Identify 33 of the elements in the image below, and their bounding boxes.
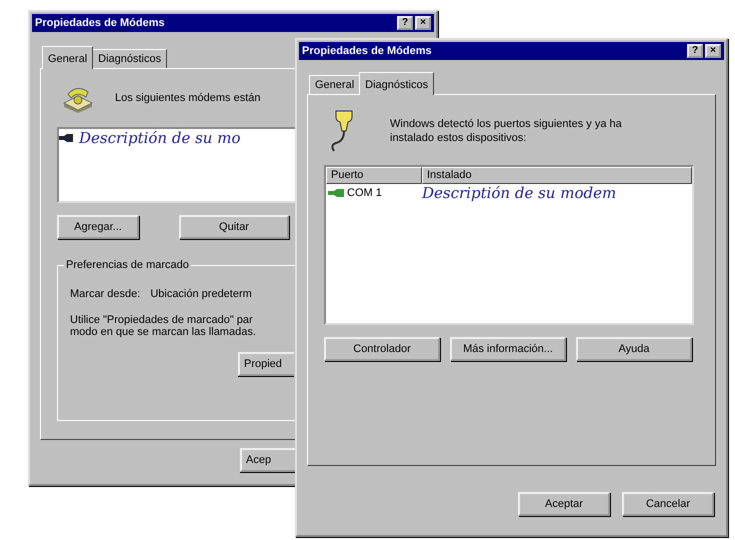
- port-list-row[interactable]: COM 1 Descriptión de su modem: [326, 184, 692, 202]
- help-button[interactable]: ?: [687, 44, 703, 58]
- help-button[interactable]: ?: [397, 16, 413, 30]
- tab[interactable]: General: [42, 46, 94, 69]
- group-title: Preferencias de marcado: [64, 259, 191, 271]
- cancel-button[interactable]: Cancelar: [622, 492, 714, 516]
- remove-button[interactable]: Quitar: [179, 215, 289, 239]
- tab[interactable]: General: [309, 75, 360, 94]
- note-text: Utilice "Propiedades de marcado" par: [70, 314, 254, 326]
- column-header[interactable]: Puerto: [326, 167, 422, 184]
- column-header[interactable]: Instalado: [422, 167, 692, 184]
- note-text: modo en que se marcan las llamadas.: [70, 326, 257, 338]
- more-info-button[interactable]: Más información...: [450, 337, 566, 361]
- ok-button[interactable]: Aceptar: [518, 492, 610, 516]
- dial-from-label: Marcar desde:: [70, 288, 140, 300]
- close-button[interactable]: ×: [415, 16, 431, 30]
- intro-text: Los siguientes módems están: [115, 92, 261, 104]
- close-button[interactable]: ×: [705, 44, 721, 58]
- modem-icon: [328, 189, 344, 197]
- modem-list-item[interactable]: Descriptión de su mo: [59, 129, 317, 147]
- tab[interactable]: Diagnósticos: [92, 49, 168, 68]
- window-title: Propiedades de Módems: [302, 45, 432, 57]
- add-button[interactable]: Agregar...: [57, 215, 139, 239]
- help-button[interactable]: Ayuda: [576, 337, 692, 361]
- plug-icon: [59, 134, 73, 142]
- intro-text: Windows detectó los puertos siguientes y ya ha instalado estos dispositivos:: [390, 117, 623, 145]
- installed-device: Descriptión de su modem: [422, 184, 616, 202]
- ok-button[interactable]: Acep: [240, 448, 296, 472]
- dial-from-value: Ubicación predeterm: [150, 288, 252, 300]
- tab[interactable]: Diagnósticos: [359, 72, 434, 95]
- window-title: Propiedades de Módems: [35, 17, 165, 29]
- driver-button[interactable]: Controlador: [324, 337, 440, 361]
- dialing-properties-button[interactable]: Propied: [238, 352, 294, 376]
